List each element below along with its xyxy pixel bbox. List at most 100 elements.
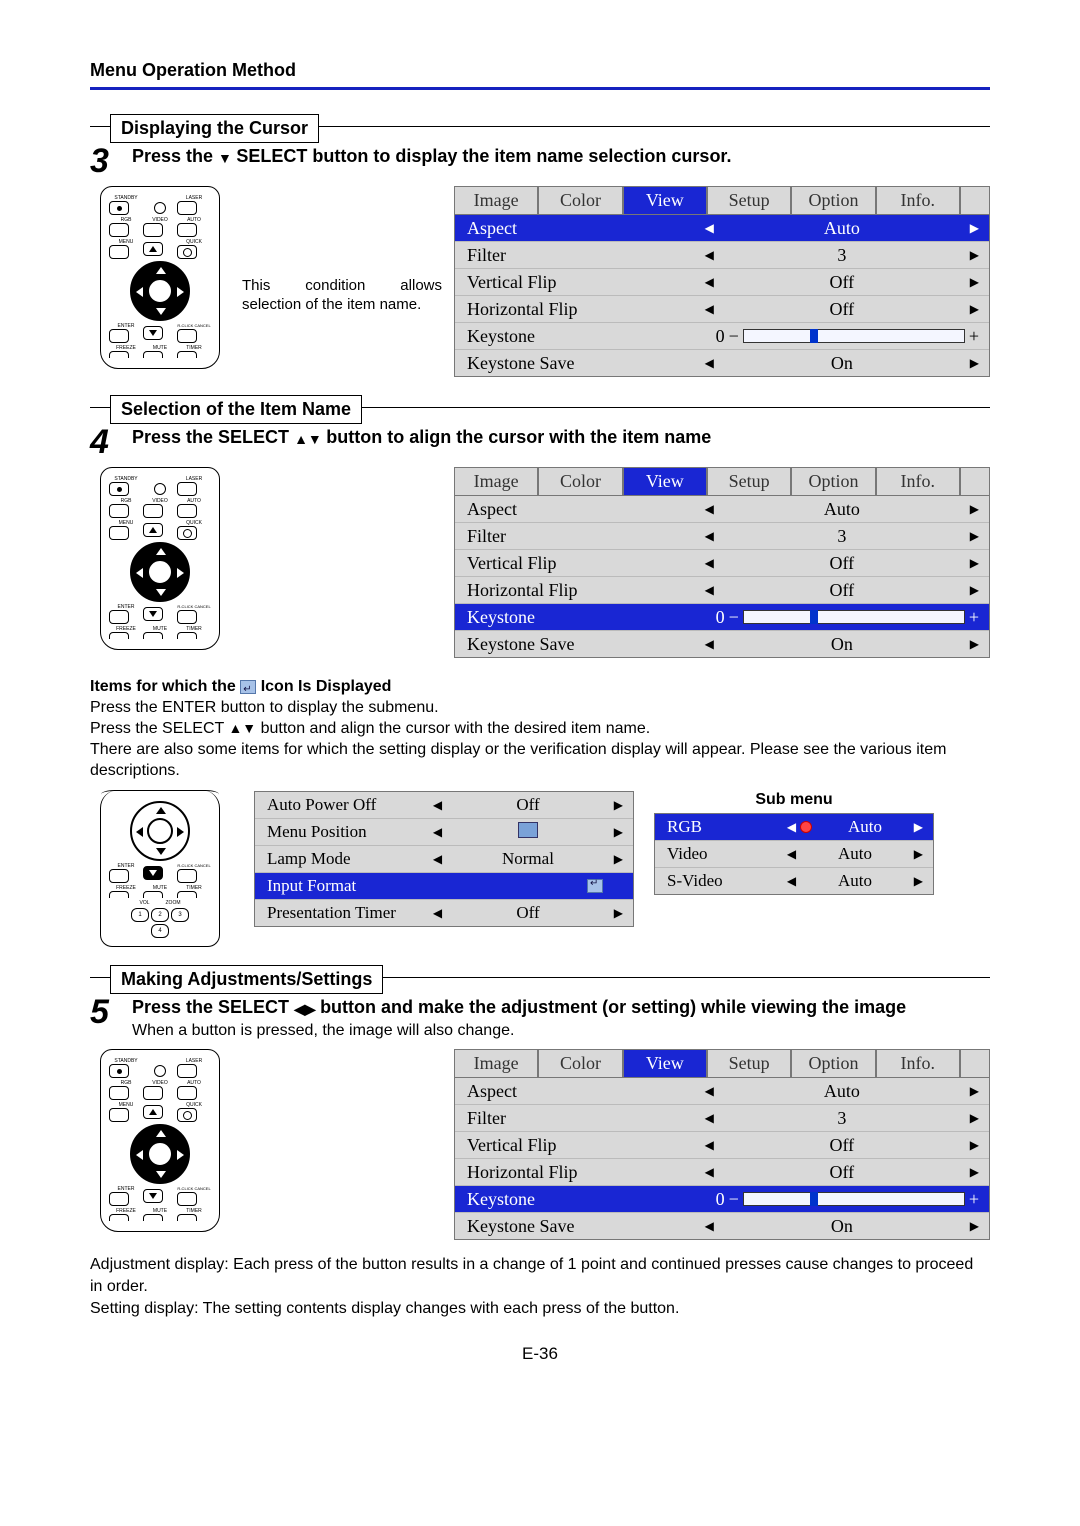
osd-item-value: Off — [714, 299, 970, 320]
osd-item-value: Auto — [796, 871, 914, 891]
osd-item-name: Vertical Flip — [455, 272, 701, 293]
osd-tab: View — [623, 186, 707, 214]
osd-menu-step4: ImageColorViewSetupOptionInfo.Aspect◀Aut… — [454, 467, 990, 658]
submenu-label: Sub menu — [654, 791, 934, 809]
right-triangle-icon: ▶ — [970, 275, 979, 290]
left-triangle-icon: ◀ — [705, 637, 714, 652]
osd-tab: Setup — [707, 467, 791, 495]
osd-row: Keystone Save◀On▶ — [455, 350, 989, 376]
osd-row: Aspect◀Auto▶ — [455, 215, 989, 242]
osd-tab: Color — [538, 467, 622, 495]
right-triangle-icon: ▶ — [914, 820, 923, 835]
left-triangle-icon: ◀ — [433, 906, 442, 921]
right-triangle-icon: ▶ — [970, 302, 979, 317]
left-triangle-icon: ◀ — [705, 1165, 714, 1180]
osd-row: RGB◀Auto▶ — [655, 814, 933, 841]
osd-row: Filter◀3▶ — [455, 523, 989, 550]
osd-item-name: Presentation Timer — [255, 903, 429, 923]
osd-row: Keystone0−+ — [455, 1186, 989, 1213]
note-line3: There are also some items for which the … — [90, 741, 946, 779]
osd-tab: View — [623, 1049, 707, 1077]
osd-row: Presentation Timer◀Off▶ — [255, 900, 633, 926]
osd-row: Horizontal Flip◀Off▶ — [455, 296, 989, 323]
osd-item-name: Keystone — [455, 1189, 701, 1210]
left-triangle-icon: ◀ — [705, 275, 714, 290]
osd-tab: Image — [454, 186, 538, 214]
osd-tab: Option — [791, 186, 875, 214]
remote-diagram: STANDBYLASERRGBVIDEOAUTOMENUQUICKENTERR-… — [100, 1049, 220, 1232]
osd-item-name: Aspect — [455, 1081, 701, 1102]
osd-row: Vertical Flip ◀Off▶ — [455, 269, 989, 296]
right-triangle-icon: ▶ — [614, 852, 623, 867]
step-5-sub: When a button is pressed, the image will… — [132, 1022, 514, 1039]
osd-item-name: Keystone Save — [455, 634, 701, 655]
left-triangle-icon: ◀ — [705, 221, 714, 236]
right-triangle-icon: ▶ — [970, 1084, 979, 1099]
osd-item-value: Normal — [442, 849, 614, 869]
right-triangle-icon: ▶ — [970, 221, 979, 236]
osd-menu-step5: ImageColorViewSetupOptionInfo.Aspect◀Aut… — [454, 1049, 990, 1240]
osd-item-name: Menu Position — [255, 822, 429, 842]
note-line1: Press the ENTER button to display the su… — [90, 699, 439, 716]
left-triangle-icon: ◀ — [705, 583, 714, 598]
left-triangle-icon: ◀ — [787, 847, 796, 862]
step-4-instruction-a: Press the SELECT — [132, 427, 294, 447]
osd-row: Keystone0−+ — [455, 323, 989, 350]
osd-row: Horizontal Flip◀Off▶ — [455, 577, 989, 604]
osd-item-value: Off — [442, 903, 614, 923]
osd-item-name: Filter — [455, 1108, 701, 1129]
osd-item-name: Vertical Flip — [455, 553, 701, 574]
osd-tab: Image — [454, 467, 538, 495]
right-triangle-icon: ▶ — [970, 1111, 979, 1126]
osd-item-name: Horizontal Flip — [455, 299, 701, 320]
step-4-number: 4 — [90, 425, 124, 459]
osd-item-value: Auto — [796, 844, 914, 864]
osd-item-name: Video — [655, 844, 783, 864]
osd-tab: Color — [538, 186, 622, 214]
left-triangle-icon: ◀ — [787, 874, 796, 889]
right-triangle-icon: ▶ — [914, 847, 923, 862]
osd-tab: Option — [791, 1049, 875, 1077]
left-triangle-icon: ◀ — [433, 852, 442, 867]
osd-item-value: Auto — [714, 1081, 970, 1102]
osd-item-name: Aspect — [455, 499, 701, 520]
step-3: 3 Press the ▼ SELECT button to display t… — [90, 144, 990, 178]
osd-item-value: Off — [714, 580, 970, 601]
left-triangle-icon: ◀ — [705, 502, 714, 517]
right-triangle-icon: ▶ — [614, 825, 623, 840]
step-5-number: 5 — [90, 995, 124, 1029]
osd-tab: Info. — [876, 1049, 960, 1077]
left-triangle-icon: ◀ — [705, 1138, 714, 1153]
osd-submenu-right: RGB◀Auto▶Video◀Auto▶S-Video◀Auto▶ — [654, 813, 934, 895]
osd-item-name: Keystone — [455, 607, 701, 628]
right-triangle-icon: ▶ — [970, 1165, 979, 1180]
osd-item-name: Keystone Save — [455, 353, 701, 374]
osd-row: Lamp Mode◀Normal▶ — [255, 846, 633, 873]
left-triangle-icon: ◀ — [787, 820, 796, 835]
right-triangle-icon: ▶ — [970, 356, 979, 371]
enter-icon — [587, 879, 603, 893]
step-5-desc2: Setting display: The setting contents di… — [90, 1300, 679, 1317]
radio-icon — [800, 821, 812, 833]
osd-item-name: Vertical Flip — [455, 1135, 701, 1156]
enter-icon — [240, 680, 256, 694]
osd-item-value: Off — [714, 553, 970, 574]
section-5-label: Making Adjustments/Settings — [90, 965, 990, 989]
osd-tab: Info. — [876, 467, 960, 495]
right-triangle-icon: ▶ — [970, 502, 979, 517]
osd-item-value: Off — [714, 272, 970, 293]
osd-tab: Color — [538, 1049, 622, 1077]
step-3-number: 3 — [90, 144, 124, 178]
osd-row: Video ◀Auto▶ — [655, 841, 933, 868]
osd-submenu-left: Auto Power Off◀Off▶Menu Position◀▶Lamp M… — [254, 791, 634, 927]
left-triangle-icon: ◀ — [705, 556, 714, 571]
osd-item-name: Horizontal Flip — [455, 1162, 701, 1183]
note-title-a: Items for which the — [90, 678, 240, 695]
osd-item-value: Auto — [816, 817, 914, 837]
leftright-triangle-icon: ◀▶ — [294, 997, 316, 1021]
remote-diagram: STANDBYLASERRGBVIDEOAUTOMENUQUICKENTERR-… — [100, 467, 220, 650]
step-5-desc1: Adjustment display: Each press of the bu… — [90, 1256, 973, 1295]
osd-item-value: 3 — [714, 526, 970, 547]
osd-row: Aspect◀Auto▶ — [455, 1078, 989, 1105]
osd-item-value: On — [714, 1216, 970, 1237]
